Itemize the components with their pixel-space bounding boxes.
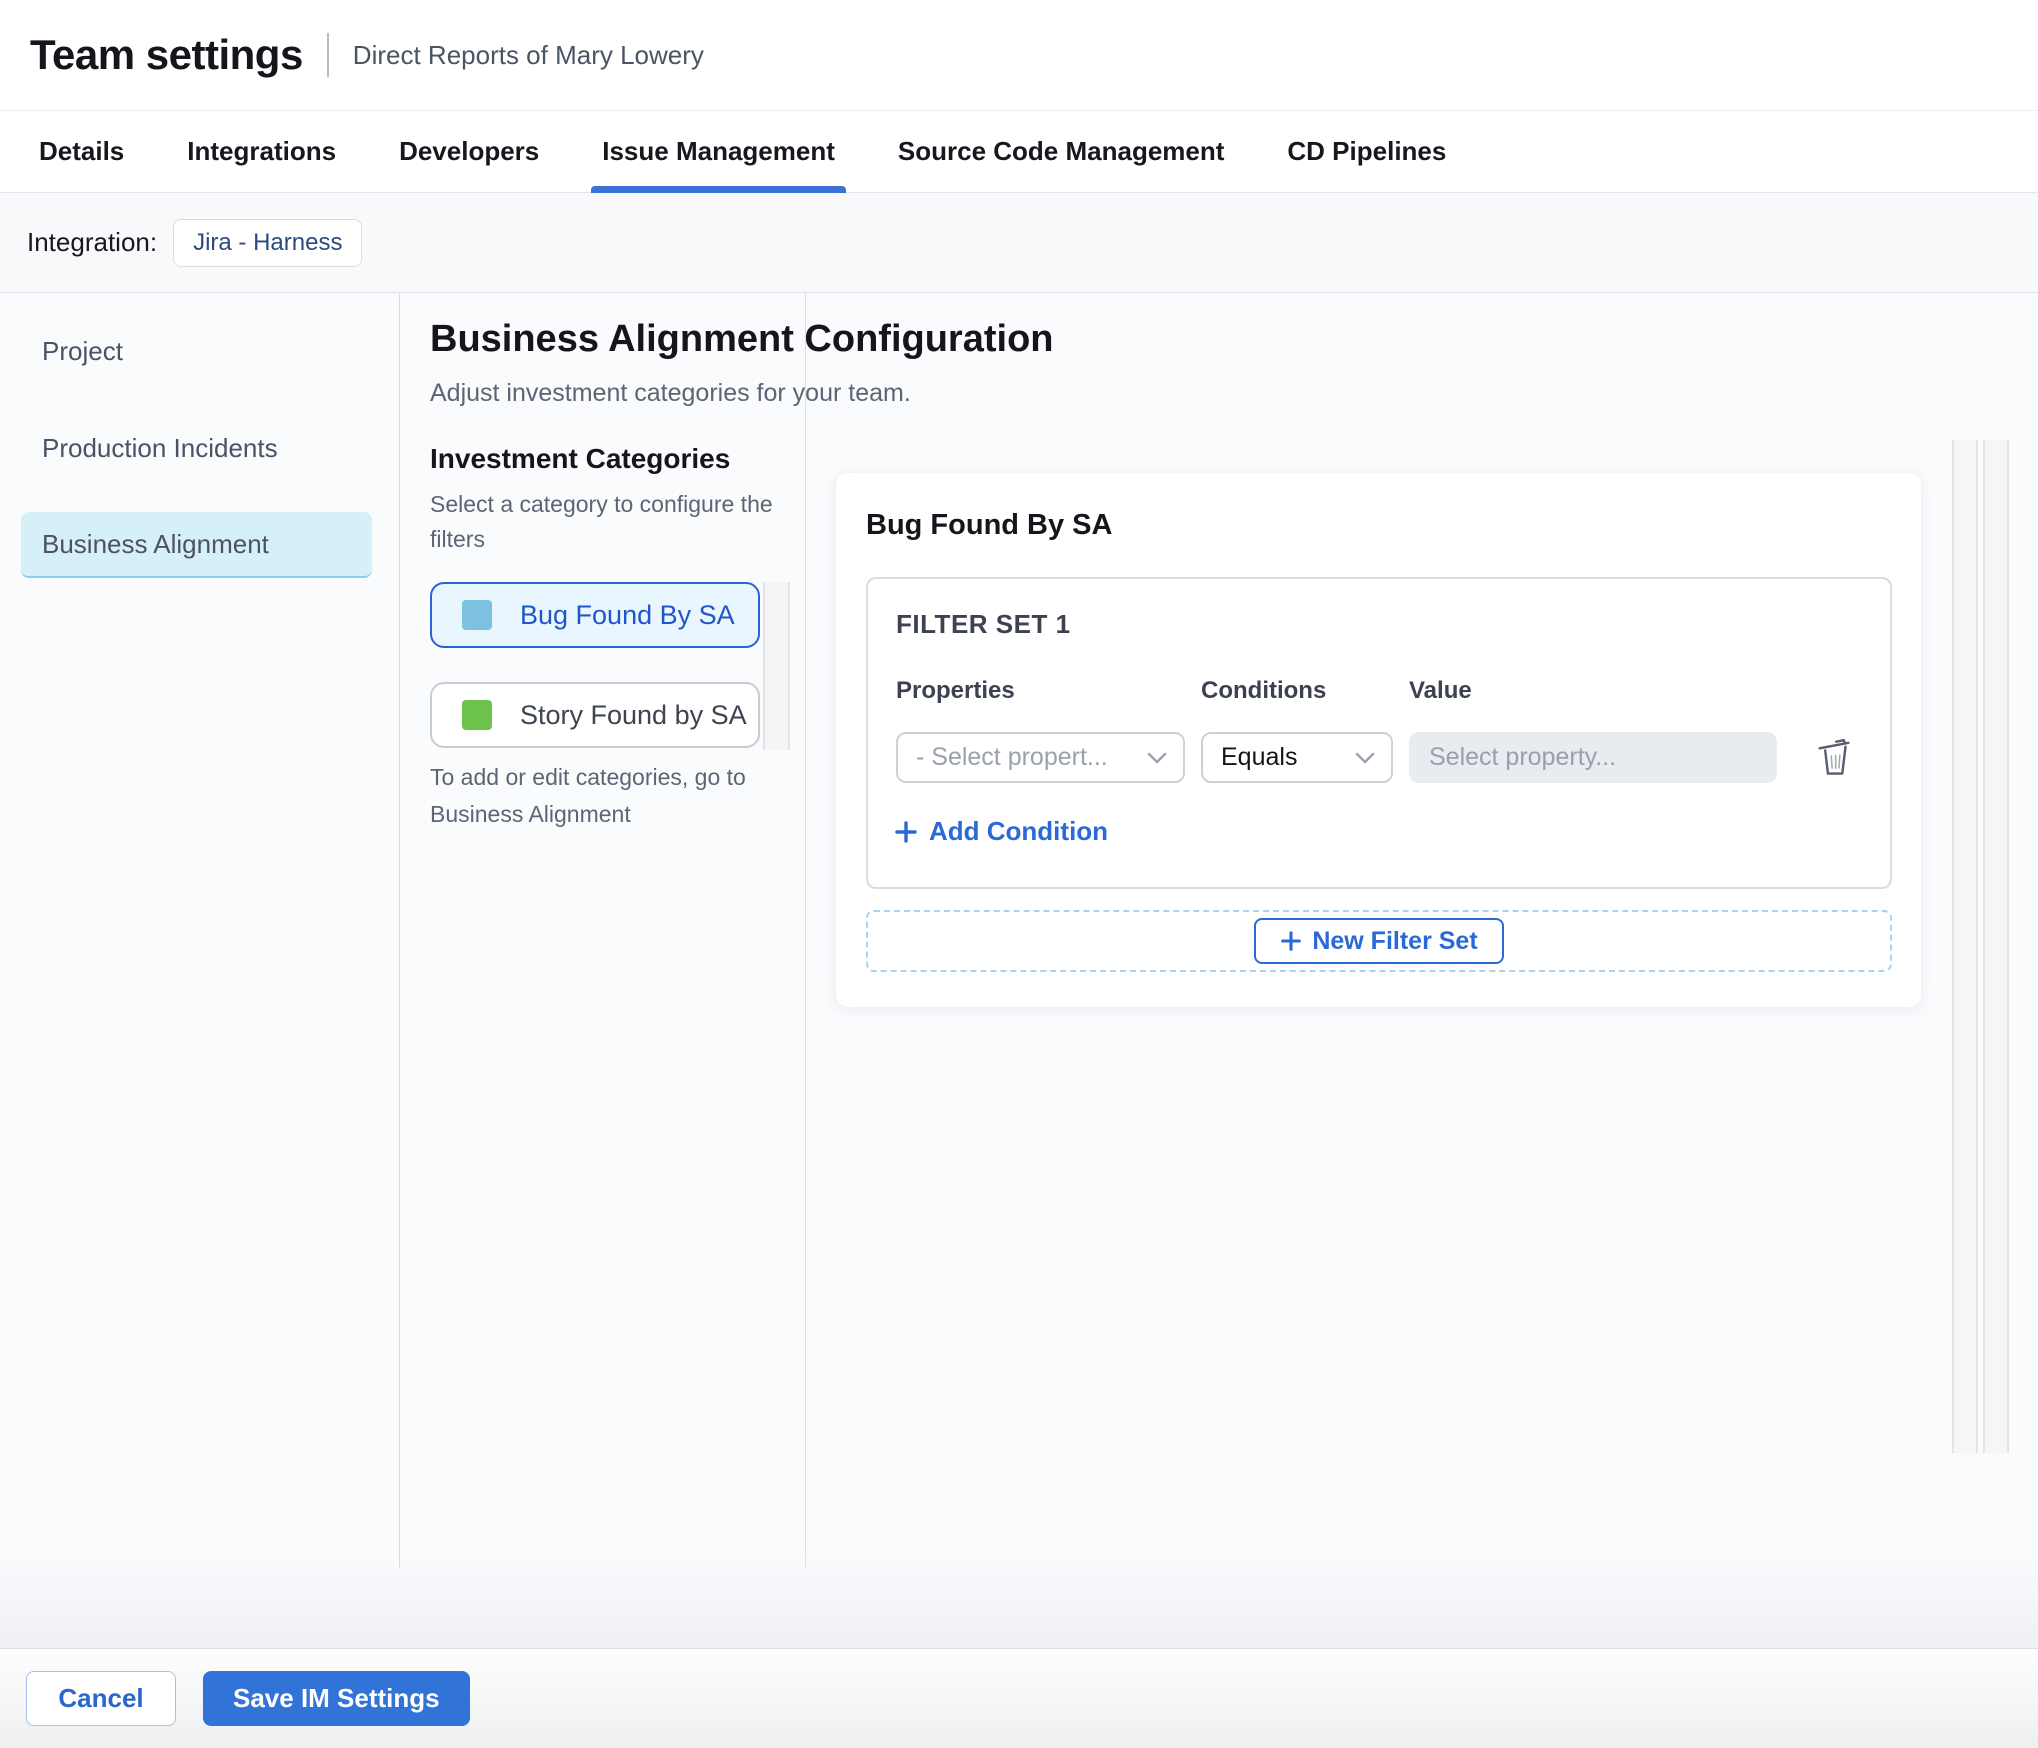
vertical-scrollbar-outer[interactable] <box>1952 440 1978 1453</box>
filter-configuration-panel: Bug Found By SA FILTER SET 1 Properties … <box>806 293 2038 1648</box>
property-select[interactable]: - Select propert... <box>896 732 1185 783</box>
investment-categories-column: Investment Categories Select a category … <box>400 293 806 1568</box>
delete-condition-button[interactable] <box>1810 731 1858 783</box>
property-select-placeholder: - Select propert... <box>916 743 1108 771</box>
vertical-scrollbar-inner[interactable] <box>1983 440 2009 1453</box>
categories-helper-text: Select a category to configure the filte… <box>430 491 773 552</box>
add-condition-label: Add Condition <box>929 816 1109 846</box>
integration-chip[interactable]: Jira - Harness <box>173 218 363 267</box>
plus-icon <box>895 820 917 843</box>
category-filter-card: Bug Found By SA FILTER SET 1 Properties … <box>836 473 1921 1007</box>
value-column-label: Value <box>1409 677 1472 704</box>
page-title: Team settings <box>30 31 303 78</box>
tab-developers[interactable]: Developers <box>388 111 550 192</box>
integration-row: Integration: Jira - Harness <box>0 193 2038 293</box>
plus-icon <box>1281 931 1302 951</box>
sidebar-item-production-incidents[interactable]: Production Incidents <box>21 415 372 481</box>
title-divider <box>326 33 329 77</box>
chevron-down-icon <box>1355 752 1375 763</box>
page-subtitle: Direct Reports of Mary Lowery <box>352 39 704 70</box>
tab-cd-pipelines[interactable]: CD Pipelines <box>1276 111 1457 192</box>
category-label: Bug Found By SA <box>520 599 735 630</box>
trash-icon <box>1818 738 1850 775</box>
filter-card-title: Bug Found By SA <box>866 509 1113 541</box>
condition-select[interactable]: Equals <box>1201 732 1393 783</box>
categories-footnote: To add or edit categories, go to Busines… <box>430 764 746 827</box>
team-settings-page: Team settings Direct Reports of Mary Low… <box>0 0 2038 1748</box>
filter-set-1: FILTER SET 1 Properties Conditions Value… <box>866 577 1892 889</box>
categories-heading: Investment Categories <box>430 443 731 474</box>
value-input[interactable] <box>1409 732 1777 783</box>
new-filter-set-button[interactable]: New Filter Set <box>1254 918 1504 964</box>
add-condition-button[interactable]: Add Condition <box>894 816 1108 847</box>
conditions-column-label: Conditions <box>1201 677 1327 704</box>
category-list-scrollbar[interactable] <box>763 582 790 750</box>
chevron-down-icon <box>1147 752 1167 763</box>
category-bug-found-by-sa[interactable]: Bug Found By SA <box>430 582 760 648</box>
tab-source-code-management[interactable]: Source Code Management <box>887 111 1236 192</box>
settings-sidebar: Project Production Incidents Business Al… <box>0 293 400 1568</box>
filter-set-title: FILTER SET 1 <box>896 609 1071 639</box>
sidebar-item-business-alignment[interactable]: Business Alignment <box>21 512 372 578</box>
category-story-found-by-sa[interactable]: Story Found by SA <box>430 682 760 748</box>
condition-select-value: Equals <box>1221 743 1298 771</box>
story-category-color-swatch <box>462 700 492 730</box>
tab-integrations[interactable]: Integrations <box>176 111 347 192</box>
new-filter-set-label: New Filter Set <box>1312 926 1478 955</box>
settings-tab-bar: Details Integrations Developers Issue Ma… <box>0 111 2038 193</box>
page-header: Team settings Direct Reports of Mary Low… <box>0 0 2038 111</box>
integration-label: Integration: <box>27 227 158 257</box>
new-filter-set-dropzone: New Filter Set <box>866 910 1892 972</box>
footer-action-bar: Cancel Save IM Settings <box>0 1648 2038 1748</box>
cancel-button[interactable]: Cancel <box>26 1671 176 1726</box>
tab-issue-management[interactable]: Issue Management <box>591 111 846 193</box>
category-label: Story Found by SA <box>520 699 747 730</box>
save-im-settings-button[interactable]: Save IM Settings <box>203 1671 470 1726</box>
bug-category-color-swatch <box>462 600 492 630</box>
sidebar-item-project[interactable]: Project <box>21 318 372 384</box>
tab-details[interactable]: Details <box>28 111 135 192</box>
content-area: Project Production Incidents Business Al… <box>0 293 2038 1648</box>
properties-column-label: Properties <box>896 677 1015 704</box>
